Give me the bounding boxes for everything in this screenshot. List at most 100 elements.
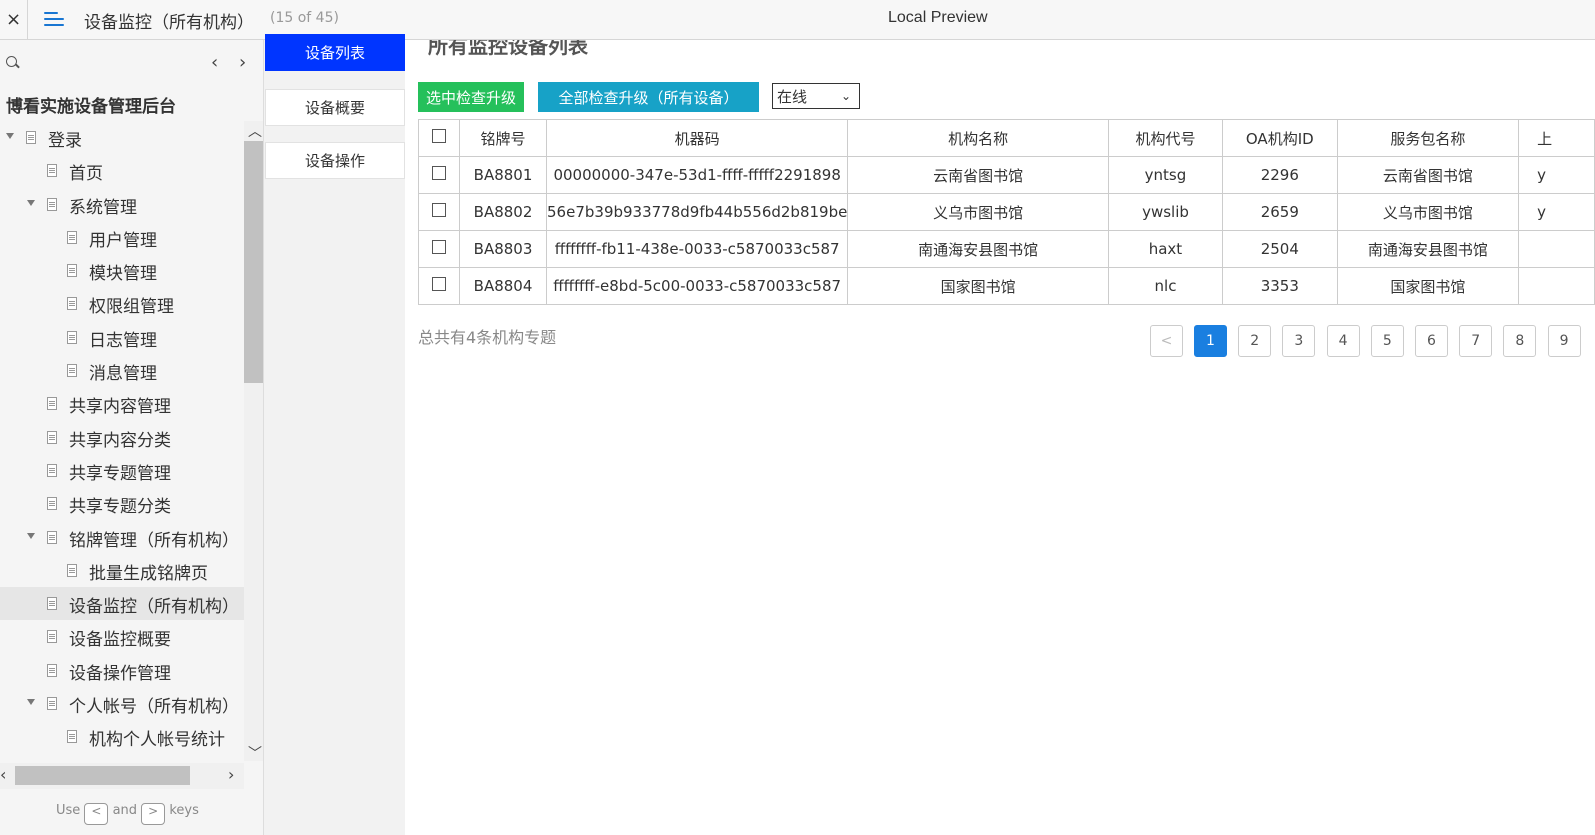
- row-checkbox[interactable]: [432, 277, 447, 291]
- sidebar-item[interactable]: 系统管理: [0, 188, 244, 221]
- chevron-right-icon[interactable]: ›: [239, 52, 246, 73]
- row-checkbox[interactable]: [432, 203, 447, 217]
- sidebar-item[interactable]: 铭牌管理（所有机构）: [0, 521, 244, 554]
- document-icon: [47, 164, 57, 178]
- document-icon: [47, 597, 57, 611]
- table-cell: 3353: [1222, 267, 1338, 305]
- scroll-up-icon[interactable]: ︿: [248, 121, 262, 141]
- scroll-left-icon[interactable]: ‹: [0, 765, 6, 784]
- document-icon: [47, 430, 57, 444]
- pager-prev-button[interactable]: <: [1150, 325, 1183, 357]
- sidebar-item[interactable]: 设备监控概要: [0, 620, 244, 653]
- sidebar-item-label: 权限组管理: [89, 297, 174, 318]
- document-icon: [47, 463, 57, 477]
- document-icon: [67, 364, 77, 378]
- table-cell: BA8802: [459, 193, 548, 231]
- check-upgrade-all-button[interactable]: 全部检查升级（所有设备）: [538, 82, 759, 112]
- pager-page-button[interactable]: 1: [1194, 325, 1227, 357]
- sidebar-item[interactable]: 共享内容分类: [0, 421, 244, 454]
- pager-page-button[interactable]: 3: [1282, 325, 1316, 357]
- table-row[interactable]: BA8801 00000000-347e-53d1-ffff-fffff22918…: [417, 156, 1595, 194]
- pager-page-button[interactable]: 6: [1415, 325, 1448, 357]
- caret-down-icon[interactable]: [27, 532, 35, 539]
- sidebar-item[interactable]: 共享专题分类: [0, 487, 244, 520]
- sidebar-item[interactable]: 共享专题管理: [0, 454, 244, 487]
- vertical-scroll-thumb[interactable]: [244, 141, 263, 383]
- sidebar-item[interactable]: 共享内容管理: [0, 387, 244, 420]
- pager-page-button[interactable]: 5: [1370, 325, 1404, 357]
- document-icon: [47, 397, 57, 411]
- table-row[interactable]: BA8803 ffffffff-fb11-438e-0033-c5870033c5…: [417, 230, 1595, 268]
- sidebar-item-label: 共享专题分类: [69, 497, 171, 518]
- row-select-cell: [417, 230, 461, 268]
- table-cell: yntsg: [1107, 156, 1224, 194]
- pager-page-button[interactable]: 8: [1503, 325, 1537, 357]
- tree-title: 博看实施设备管理后台: [6, 97, 176, 117]
- sidebar-item[interactable]: 登录: [0, 121, 244, 154]
- table-cell: nlc: [1107, 267, 1224, 305]
- tab-device-overview[interactable]: 设备概要: [265, 89, 405, 126]
- row-select-cell: [417, 156, 461, 194]
- document-icon: [47, 530, 57, 544]
- column-header: 上: [1518, 119, 1595, 157]
- sidebar-item-label: 日志管理: [89, 330, 157, 351]
- sidebar-item[interactable]: 个人帐号（所有机构）: [0, 687, 244, 720]
- select-all-checkbox[interactable]: [432, 129, 447, 143]
- document-icon: [47, 197, 57, 211]
- table-cell: 2296: [1222, 156, 1338, 194]
- document-icon: [67, 230, 77, 244]
- pager-page-button[interactable]: 7: [1459, 325, 1493, 357]
- table-cell: haxt: [1107, 230, 1224, 268]
- pager-page-button[interactable]: 4: [1326, 325, 1360, 357]
- horizontal-scroll-thumb[interactable]: [15, 766, 190, 785]
- chevron-left-icon[interactable]: ‹: [211, 52, 218, 73]
- search-icon[interactable]: [6, 56, 17, 67]
- tab-device-operation[interactable]: 设备操作: [265, 142, 405, 179]
- tab-device-list[interactable]: 设备列表: [265, 34, 405, 71]
- table-row[interactable]: BA8802 56e7b39b933778d9fb44b556d2b819be 义乌…: [417, 193, 1595, 231]
- row-checkbox[interactable]: [432, 166, 447, 180]
- document-icon: [67, 330, 77, 344]
- table-cell: 00000000-347e-53d1-ffff-fffff2291898: [546, 156, 849, 194]
- column-header: 服务包名称: [1336, 119, 1520, 157]
- hint-use: Use: [56, 803, 81, 818]
- column-header: 铭牌号: [459, 119, 548, 157]
- check-upgrade-selected-button[interactable]: 选中检查升级: [418, 82, 524, 112]
- sidebar-item[interactable]: 用户管理: [0, 221, 244, 254]
- hint-keys: keys: [169, 803, 199, 818]
- caret-down-icon[interactable]: [27, 199, 35, 206]
- caret-down-icon[interactable]: [6, 133, 14, 139]
- document-title: 设备监控（所有机构）: [84, 13, 254, 33]
- row-checkbox[interactable]: [432, 240, 447, 254]
- hamburger-menu-icon[interactable]: [44, 8, 68, 30]
- close-button[interactable]: ×: [0, 0, 28, 39]
- total-count-text: 总共有4条机构专题: [418, 328, 557, 347]
- scroll-right-icon[interactable]: ›: [228, 765, 234, 784]
- sidebar-item[interactable]: 设备操作管理: [0, 654, 244, 687]
- table-cell: BA8804: [459, 267, 548, 305]
- sidebar-item[interactable]: 批量生成铭牌页: [0, 554, 244, 587]
- caret-down-icon[interactable]: [27, 699, 35, 706]
- horizontal-scrollbar[interactable]: ‹ ›: [0, 763, 244, 789]
- sidebar-item[interactable]: 模块管理: [0, 254, 244, 287]
- status-select[interactable]: 在线 ⌄: [772, 83, 860, 109]
- table-cell: y: [1518, 193, 1595, 231]
- sidebar-item-label: 共享内容管理: [69, 397, 171, 418]
- table-cell: 2659: [1222, 193, 1338, 231]
- scroll-down-icon[interactable]: ﹀: [248, 743, 262, 763]
- sidebar: ‹ › 博看实施设备管理后台 登录 首页 系统管理 用户管理 模块管理权限组管理日志管理…: [0, 40, 264, 835]
- pager-page-button[interactable]: 2: [1238, 325, 1272, 357]
- sidebar-item[interactable]: 权限组管理: [0, 287, 244, 320]
- table-cell: [1518, 267, 1595, 305]
- document-icon: [47, 663, 57, 677]
- sidebar-item[interactable]: 机构个人帐号统计: [0, 720, 244, 753]
- sidebar-item[interactable]: 消息管理: [0, 354, 244, 387]
- vertical-scrollbar[interactable]: ︿ ﹀: [244, 121, 263, 763]
- sidebar-item[interactable]: 首页: [0, 154, 244, 187]
- document-icon: [47, 630, 57, 644]
- table-row[interactable]: BA8804 ffffffff-e8bd-5c00-0033-c5870033c5…: [417, 267, 1595, 305]
- sidebar-item[interactable]: 日志管理: [0, 321, 244, 354]
- pager-page-button[interactable]: 9: [1547, 325, 1581, 357]
- column-header: 机器码: [546, 119, 849, 157]
- sidebar-item[interactable]: 设备监控（所有机构）: [0, 587, 244, 621]
